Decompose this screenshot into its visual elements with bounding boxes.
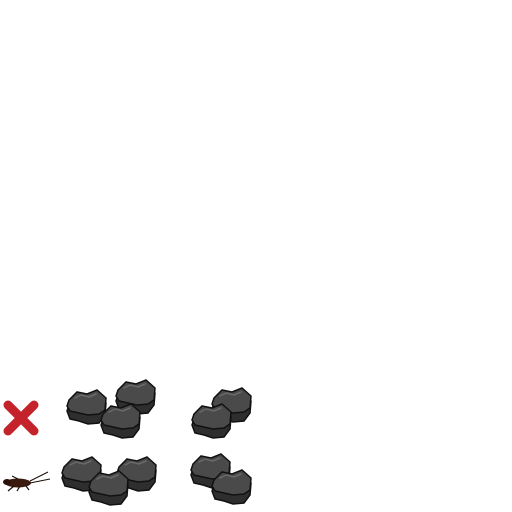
rock-tile[interactable] (100, 403, 141, 439)
wrong-cross-icon (3, 400, 39, 436)
rock-tile[interactable] (211, 469, 252, 505)
rock-group-top-right (191, 387, 252, 439)
rock-group-bottom-left (61, 456, 157, 506)
rock-tile[interactable] (191, 403, 232, 439)
game-scene (3, 379, 252, 506)
cockroach-icon (3, 471, 51, 492)
rock-tile[interactable] (88, 470, 129, 506)
rock-group-bottom-right (190, 453, 252, 505)
rock-group-top-left (66, 379, 156, 439)
rock-tile[interactable] (66, 389, 107, 425)
